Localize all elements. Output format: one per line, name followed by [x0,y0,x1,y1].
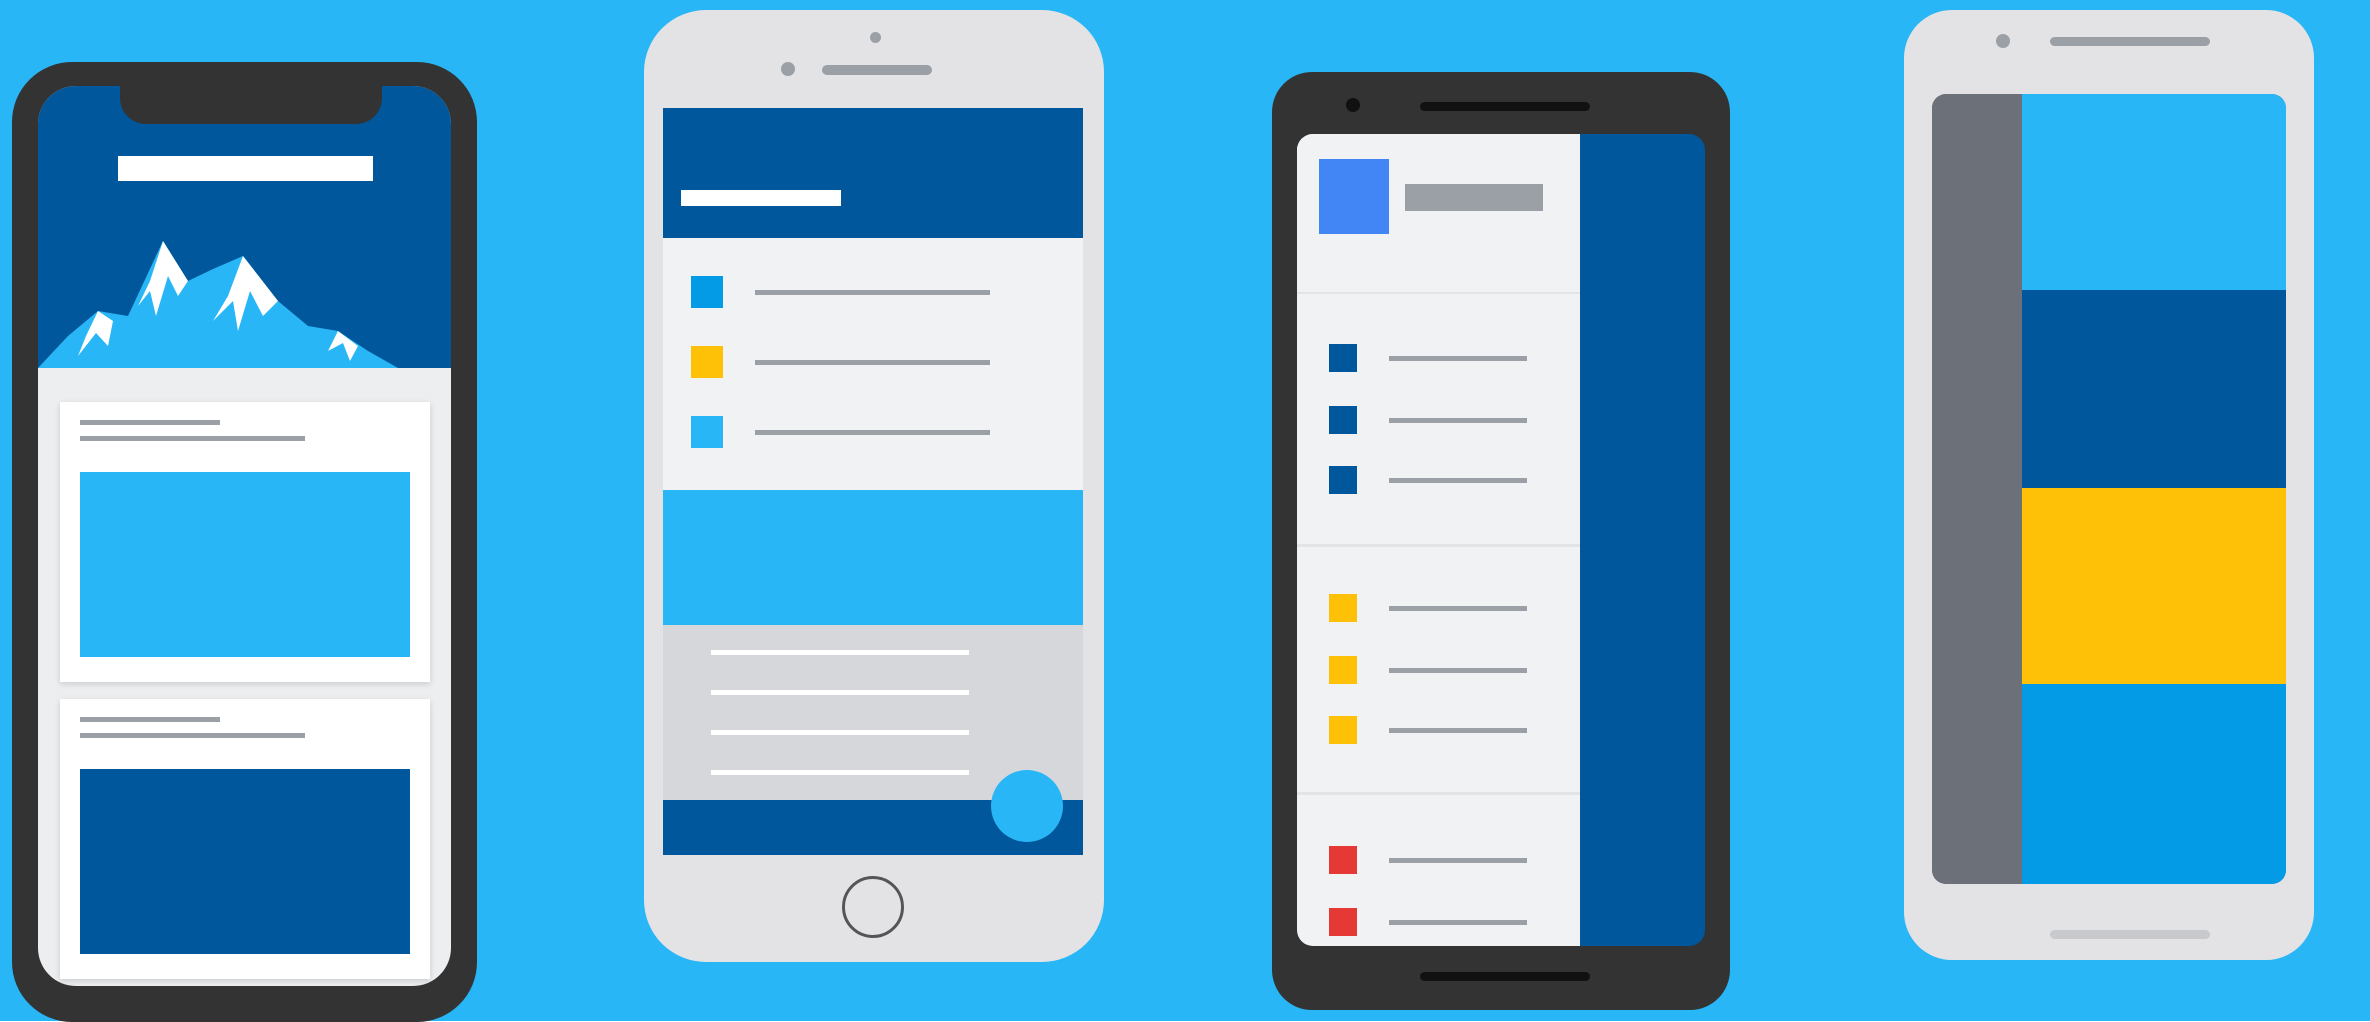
panel-text-line [711,730,969,735]
feed-card [60,699,430,979]
navigation-drawer [1297,134,1580,946]
list-item [663,338,1083,378]
drawer-item[interactable] [1297,716,1580,746]
drawer-item[interactable] [1297,344,1580,374]
banner-block [663,490,1083,625]
phone-home-button [644,10,1104,962]
drawer-item-line [1389,418,1527,423]
panel-text-line [711,770,969,775]
camera-dot [1996,34,2010,48]
list-item-line [755,290,990,295]
front-camera [870,32,881,43]
drawer-item[interactable] [1297,406,1580,436]
side-rail [1932,94,2022,884]
app-bar [663,108,1083,238]
drawer-item[interactable] [1297,466,1580,496]
earpiece-speaker [1420,102,1590,111]
phone-home-screen [663,108,1083,855]
drawer-item[interactable] [1297,846,1580,876]
illustration-scene [0,0,2370,1022]
earpiece-speaker [822,65,932,75]
drawer-item[interactable] [1297,594,1580,624]
card-image [80,769,410,954]
list-item-line [755,360,990,365]
color-stripe [2022,488,2286,684]
card-text-line [80,733,305,738]
phone-notch [12,62,477,1022]
drawer-item-square [1329,716,1357,744]
drawer-item-square [1329,908,1357,936]
drawer-item-line [1389,668,1527,673]
card-text-line [80,717,220,722]
earpiece-speaker [2050,37,2210,46]
bottom-speaker [1420,972,1590,981]
camera-dot [781,62,795,76]
list-item [663,268,1083,308]
drawer-item-square [1329,656,1357,684]
phone-notch-screen [38,86,451,986]
app-logo-icon [1319,159,1389,234]
mountain-icon [38,241,398,368]
panel-text-line [711,690,969,695]
card-image [80,472,410,657]
fab-circle-icon[interactable] [991,770,1063,842]
drawer-item[interactable] [1297,908,1580,938]
drawer-header [1297,134,1580,294]
drawer-item-square [1329,406,1357,434]
hero-banner [38,86,451,368]
home-button-icon[interactable] [842,876,904,938]
drawer-item-square [1329,466,1357,494]
phone-navigation-drawer [1272,72,1730,1010]
drawer-divider [1297,544,1580,547]
bottom-speaker [2050,930,2210,939]
phone-drawer-screen [1297,134,1705,946]
list-item-square [691,276,723,308]
phone-color-stripes [1904,10,2314,960]
list-item-square [691,416,723,448]
drawer-item-line [1389,356,1527,361]
color-stripe [2022,94,2286,290]
panel-text-line [711,650,969,655]
drawer-title-bar [1405,184,1543,211]
drawer-item-line [1389,606,1527,611]
card-text-line [80,436,305,441]
list-item-line [755,430,990,435]
drawer-item[interactable] [1297,656,1580,686]
phone-notch-cutout [120,84,382,124]
drawer-item-line [1389,858,1527,863]
hero-title-bar [118,156,373,181]
drawer-item-line [1389,478,1527,483]
feed-card [60,402,430,682]
phone-stripes-screen [1932,94,2286,884]
drawer-item-square [1329,594,1357,622]
drawer-item-square [1329,846,1357,874]
card-text-line [80,420,220,425]
color-stripe [2022,290,2286,488]
drawer-divider [1297,792,1580,795]
drawer-item-line [1389,728,1527,733]
app-bar-title [681,190,841,206]
drawer-item-square [1329,344,1357,372]
list-item [663,408,1083,448]
camera-dot [1346,98,1360,112]
color-stripe [2022,684,2286,884]
drawer-item-line [1389,920,1527,925]
list-item-square [691,346,723,378]
